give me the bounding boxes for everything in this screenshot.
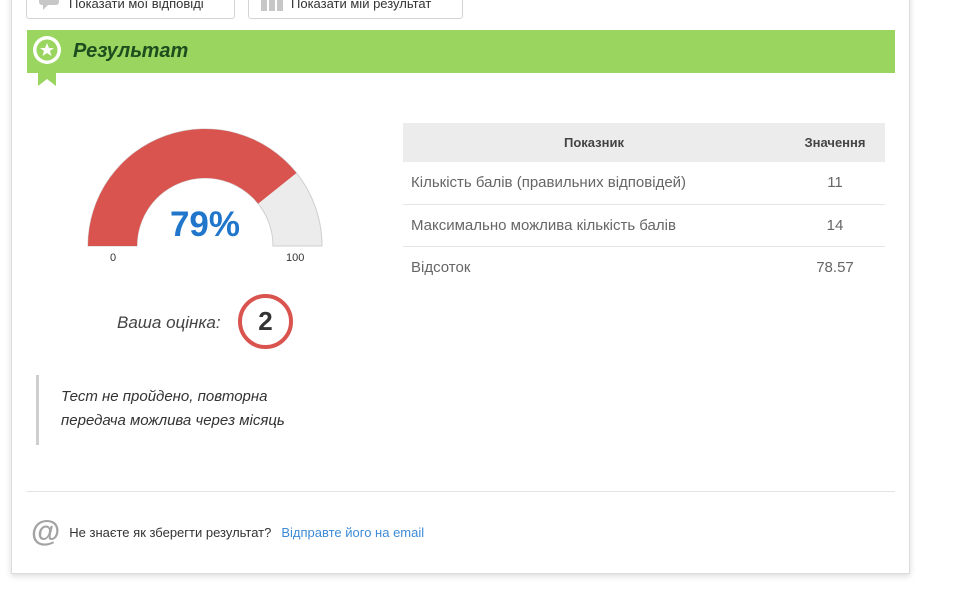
row-value: 78.57 bbox=[816, 258, 854, 276]
table-row: Кількість балів (правильних відповідей) … bbox=[403, 162, 885, 205]
table-header-row: Показник Значення bbox=[403, 123, 885, 162]
row-value: 14 bbox=[785, 204, 885, 247]
email-question: Не знаєте як зберегти результат? bbox=[69, 524, 272, 540]
row-value: 11 bbox=[785, 162, 885, 205]
comment-icon bbox=[39, 0, 61, 14]
grade-badge: 2 bbox=[238, 294, 293, 349]
divider bbox=[27, 491, 895, 492]
result-title: Результат bbox=[73, 40, 189, 62]
grade-label: Ваша оцінка: bbox=[117, 313, 221, 332]
show-result-button[interactable]: Показати мій результат bbox=[248, 0, 463, 19]
show-answers-button[interactable]: Показати мої відповіді bbox=[26, 0, 235, 19]
at-sign-icon: @ bbox=[31, 515, 61, 548]
medal-icon bbox=[33, 34, 63, 86]
row-label: Кількість балів (правильних відповідей) bbox=[403, 162, 785, 205]
note-line-1: Тест не пройдено, повторна bbox=[61, 388, 268, 405]
bar-chart-icon bbox=[261, 0, 283, 14]
result-header: Результат bbox=[27, 30, 895, 73]
note-line-2: передача можлива через місяць bbox=[61, 412, 285, 429]
table-row: Максимально можлива кількість балів 14 bbox=[403, 204, 885, 247]
gauge-percent: 79% bbox=[169, 205, 241, 244]
result-note: Тест не пройдено, повторна передача можл… bbox=[36, 375, 336, 445]
header-indicator: Показник bbox=[403, 123, 785, 162]
header-value: Значення bbox=[785, 123, 885, 162]
gauge-max-label: 100 bbox=[286, 252, 305, 264]
show-answers-label: Показати мої відповіді bbox=[69, 0, 204, 11]
show-result-label: Показати мій результат bbox=[291, 0, 432, 11]
email-prompt: @ Не знаєте як зберегти результат? Відпр… bbox=[31, 517, 424, 547]
gauge-min-label: 0 bbox=[110, 252, 117, 264]
send-email-link[interactable]: Відправте його на email bbox=[281, 525, 424, 540]
stats-table: Показник Значення Кількість балів (прави… bbox=[403, 123, 885, 288]
row-label: Максимально можлива кількість балів bbox=[403, 204, 785, 247]
table-row: Відсоток 78.57 bbox=[403, 246, 885, 288]
row-label: Відсоток bbox=[411, 258, 471, 276]
